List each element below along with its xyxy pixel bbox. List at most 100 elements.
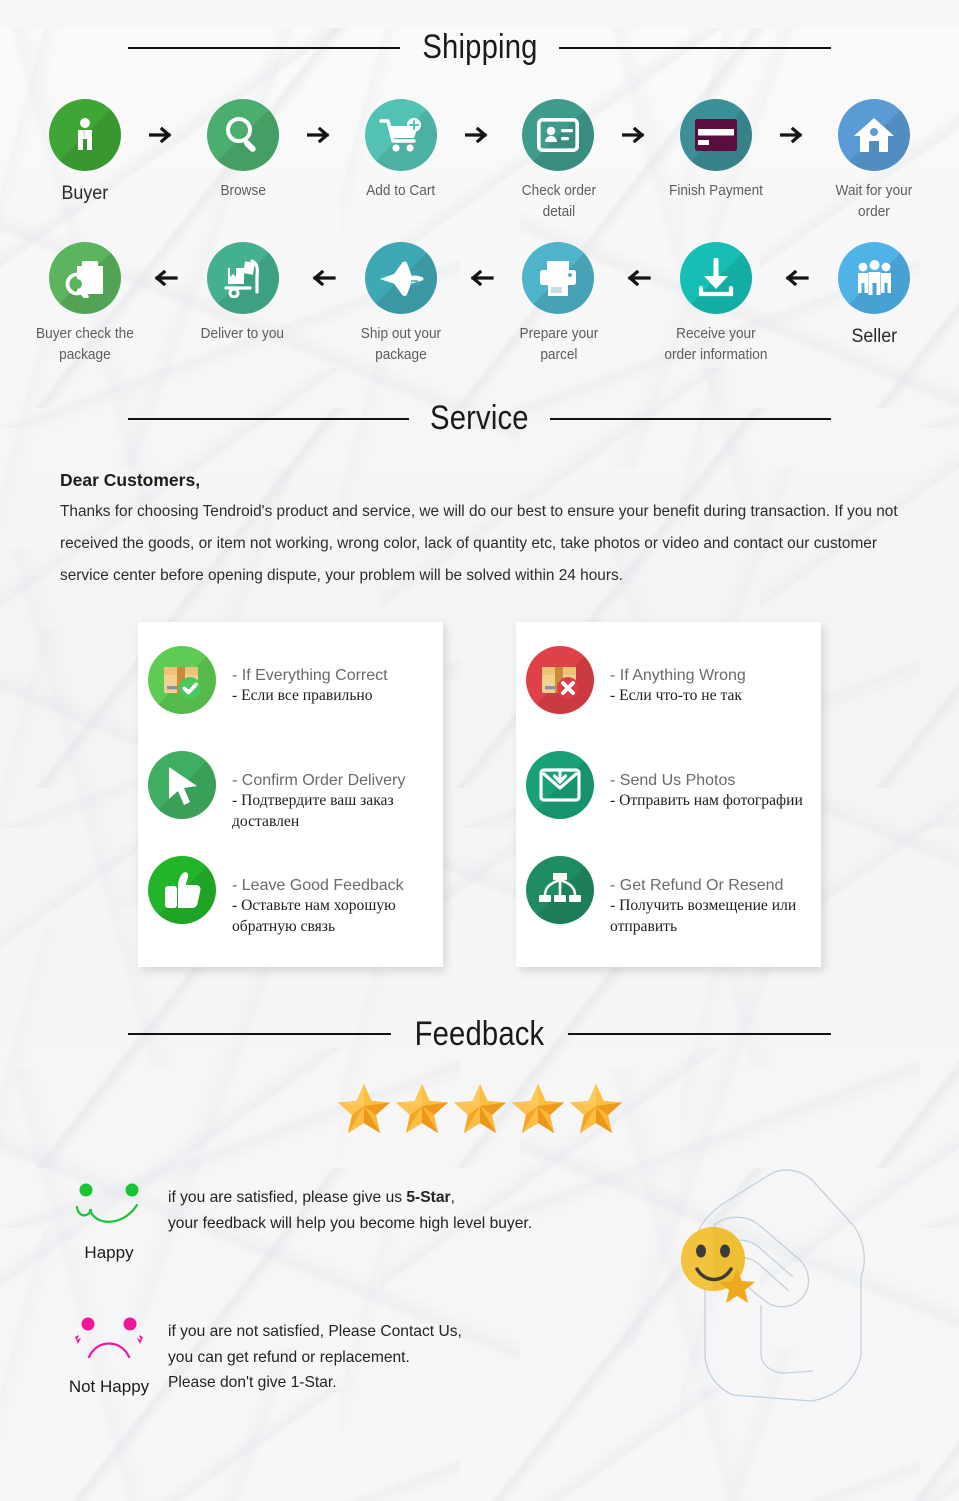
not-happy-line-3: Please don't give 1-Star. bbox=[168, 1374, 337, 1392]
header-rule-right bbox=[567, 1033, 832, 1036]
person-icon bbox=[48, 99, 121, 171]
shipping-step: Buyer check the package bbox=[28, 242, 142, 365]
arrow-left-icon bbox=[773, 242, 817, 314]
service-card-line-ru: - Подтвердите ваш заказ доставлен bbox=[232, 792, 394, 830]
shipping-step: Buyer bbox=[28, 99, 142, 208]
house-icon bbox=[838, 99, 911, 171]
happy-line-1: if you are satisfied, please give us 5-S… bbox=[168, 1185, 532, 1211]
shipping-step-label: Ship out your package bbox=[360, 326, 441, 363]
credit-card-icon bbox=[680, 99, 753, 171]
not-happy-line-1: if you are not satisfied, Please Contact… bbox=[168, 1322, 462, 1340]
feedback-happy-block: Happy if you are satisfied, please give … bbox=[0, 1169, 959, 1402]
service-body-text: Thanks for choosing Tendroid's product a… bbox=[60, 503, 898, 585]
happy-label: Happy bbox=[84, 1242, 134, 1262]
shipping-step-label: Finish Payment bbox=[669, 183, 764, 199]
happy-line1-strong: 5-Star bbox=[406, 1188, 451, 1206]
service-card-item: - Leave Good Feedback - Оставьте нам хоро… bbox=[138, 846, 443, 951]
service-card-line-en: - Leave Good Feedback bbox=[232, 876, 404, 894]
service-card-line-ru: - Если что-то не так bbox=[610, 687, 742, 705]
product-description-page: Shipping Buyer Browse Add to Cart Check ord… bbox=[0, 28, 959, 1402]
service-card-line-en: - If Everything Correct bbox=[232, 666, 388, 684]
box-check-icon bbox=[148, 645, 216, 714]
sitemap-icon bbox=[526, 855, 594, 924]
happy-face-column: Happy bbox=[50, 1177, 168, 1263]
not-happy-label: Not Happy bbox=[68, 1376, 150, 1396]
package-inspect-icon bbox=[48, 242, 121, 315]
service-card-item: - Confirm Order Delivery - Подтвердите ва… bbox=[138, 741, 443, 846]
happy-line1-pre: if you are satisfied, please give us bbox=[168, 1188, 407, 1206]
magnifier-icon bbox=[206, 99, 279, 171]
thumbs-up-icon bbox=[148, 855, 216, 924]
hand-truck-icon bbox=[206, 242, 279, 315]
star-icon bbox=[337, 1082, 391, 1139]
shipping-step-label: Add to Cart bbox=[366, 183, 436, 199]
download-icon bbox=[680, 242, 753, 315]
box-cross-icon bbox=[526, 645, 594, 714]
shipping-step: Browse bbox=[186, 99, 300, 202]
star-icon bbox=[511, 1082, 565, 1139]
shipping-title: Shipping bbox=[421, 28, 538, 66]
service-card-correct: - If Everything Correct - Если все правил… bbox=[138, 621, 443, 967]
shipping-flow-row-1: Buyer Browse Add to Cart Check order detail… bbox=[0, 99, 959, 222]
arrow-right-icon bbox=[142, 99, 186, 171]
star-rating bbox=[0, 1082, 959, 1139]
star-icon bbox=[569, 1082, 623, 1139]
cursor-arrow-icon bbox=[148, 750, 216, 819]
arrow-left-icon bbox=[615, 242, 659, 314]
service-greeting: Dear Customers, bbox=[60, 470, 201, 491]
service-card-text: - Get Refund Or Resend - Получить возмеще… bbox=[610, 850, 813, 937]
service-card-line-ru: - Оставьте нам хорошую обратную связь bbox=[232, 897, 396, 935]
shipping-section-header: Shipping bbox=[0, 28, 959, 67]
shipping-step: Prepare your parcel bbox=[502, 242, 616, 365]
service-cards: - If Everything Correct - Если все правил… bbox=[0, 621, 959, 967]
star-icon bbox=[395, 1082, 449, 1139]
happy-line-2: your feedback will help you become high … bbox=[168, 1214, 533, 1232]
shipping-step-label: Buyer check the package bbox=[36, 326, 134, 363]
header-rule-left bbox=[128, 417, 410, 420]
service-card-line-ru: - Получить возмещение или отправить bbox=[610, 897, 797, 935]
id-card-icon bbox=[522, 99, 595, 171]
shipping-step-label: Check order detail bbox=[521, 183, 596, 220]
happy-line1-post: , bbox=[450, 1188, 455, 1206]
shipping-step: Add to Cart bbox=[344, 99, 458, 202]
smiley-star-emoji bbox=[681, 1226, 755, 1303]
header-rule-right bbox=[549, 417, 831, 420]
feedback-title: Feedback bbox=[414, 1014, 545, 1053]
service-card-text: - If Everything Correct - Если все правил… bbox=[232, 640, 388, 707]
envelope-download-icon bbox=[526, 750, 594, 819]
service-card-line-ru: - Если все правильно bbox=[232, 687, 373, 705]
shipping-step-label: Prepare your parcel bbox=[519, 326, 598, 363]
arrow-right-icon bbox=[615, 99, 659, 171]
service-title: Service bbox=[430, 399, 529, 438]
arrow-left-icon bbox=[458, 242, 502, 314]
service-card-item: - If Anything Wrong - Если что-то не так bbox=[516, 636, 821, 741]
service-section-header: Service bbox=[0, 399, 959, 438]
shipping-step-label: Browse bbox=[220, 183, 266, 199]
service-card-line-en: - If Anything Wrong bbox=[610, 666, 746, 684]
sad-face-icon bbox=[75, 1317, 143, 1359]
shipping-step: Deliver to you bbox=[186, 242, 300, 345]
service-card-item: - Send Us Photos - Отправить нам фотограф… bbox=[516, 741, 821, 846]
printer-icon bbox=[522, 242, 595, 315]
shipping-step: Finish Payment bbox=[659, 99, 773, 202]
header-rule-left bbox=[128, 46, 400, 49]
service-card-line-en: - Send Us Photos bbox=[610, 771, 736, 789]
service-card-text: - Leave Good Feedback - Оставьте нам хоро… bbox=[232, 850, 435, 937]
people-group-icon bbox=[838, 242, 911, 315]
service-card-line-en: - Confirm Order Delivery bbox=[232, 771, 406, 789]
shipping-step: Receive your order information bbox=[659, 242, 773, 365]
service-card-item: - If Everything Correct - Если все правил… bbox=[138, 636, 443, 741]
shipping-step: Ship out your package bbox=[344, 242, 458, 365]
arrow-left-icon bbox=[300, 242, 344, 314]
service-card-text: - Confirm Order Delivery - Подтвердите ва… bbox=[232, 745, 435, 832]
service-intro: Dear Customers, Thanks for choosing Tend… bbox=[0, 470, 959, 592]
service-card-line-ru: - Отправить нам фотографии bbox=[610, 792, 803, 810]
shipping-step-label: Buyer bbox=[61, 183, 109, 204]
service-card-problem: - If Anything Wrong - Если что-то не так -… bbox=[516, 621, 821, 967]
shopping-cart-icon bbox=[364, 99, 437, 171]
happy-face-icon bbox=[75, 1183, 139, 1223]
header-rule-left bbox=[128, 1033, 392, 1036]
service-card-text: - If Anything Wrong - Если что-то не так bbox=[610, 640, 746, 707]
shipping-step-label: Seller bbox=[851, 326, 897, 348]
service-card-item: - Get Refund Or Resend - Получить возмеще… bbox=[516, 846, 821, 951]
